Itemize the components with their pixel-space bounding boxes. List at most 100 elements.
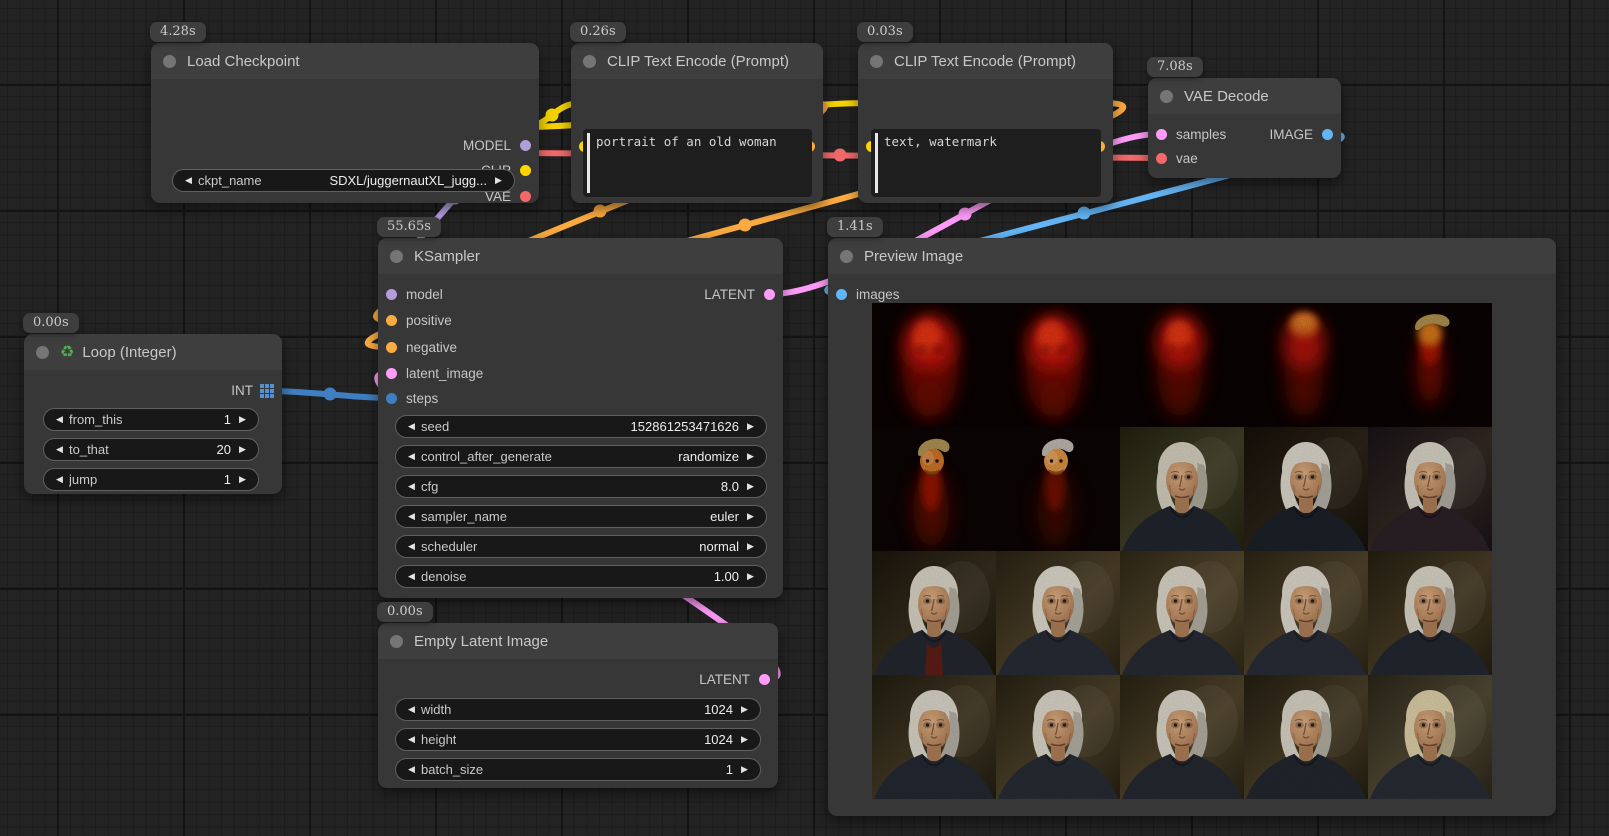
node-titlebar[interactable]: Empty Latent Image xyxy=(378,623,778,659)
int-list-port-icon[interactable] xyxy=(260,384,274,398)
increment-arrow-icon[interactable]: ▶ xyxy=(738,764,751,775)
latent-port-icon[interactable] xyxy=(764,289,775,300)
node-titlebar[interactable]: CLIP Text Encode (Prompt) xyxy=(858,43,1113,79)
decrement-arrow-icon[interactable]: ◀ xyxy=(182,175,195,186)
decrement-arrow-icon[interactable]: ◀ xyxy=(405,764,418,775)
increment-arrow-icon[interactable]: ▶ xyxy=(744,541,757,552)
widget-sampler-name[interactable]: ◀ sampler_name euler ▶ xyxy=(395,505,767,528)
node-title: VAE Decode xyxy=(1184,88,1269,105)
node-titlebar[interactable]: ♻ Loop (Integer) xyxy=(24,334,282,370)
decrement-arrow-icon[interactable]: ◀ xyxy=(405,734,418,745)
execution-time-badge: 0.03s xyxy=(857,22,913,42)
input-positive[interactable]: positive xyxy=(386,313,452,328)
increment-arrow-icon[interactable]: ▶ xyxy=(744,571,757,582)
conditioning-port-icon[interactable] xyxy=(386,342,397,353)
latent-port-icon[interactable] xyxy=(386,368,397,379)
node-titlebar[interactable]: VAE Decode xyxy=(1148,78,1341,114)
increment-arrow-icon[interactable]: ▶ xyxy=(236,444,249,455)
input-samples[interactable]: samples xyxy=(1156,127,1226,142)
node-clip-text-encode-positive[interactable]: 0.26s CLIP Text Encode (Prompt) clip CON… xyxy=(571,43,823,203)
clip-port-icon[interactable] xyxy=(520,165,531,176)
widget-width[interactable]: ◀ width 1024 ▶ xyxy=(395,698,761,721)
vae-port-icon[interactable] xyxy=(520,191,531,202)
node-status-icon xyxy=(1160,90,1173,103)
preview-cell xyxy=(1244,675,1368,799)
prompt-textarea[interactable]: portrait of an old woman xyxy=(583,129,812,197)
execution-time-badge: 0.26s xyxy=(570,22,626,42)
prompt-textarea[interactable]: text, watermark xyxy=(871,129,1101,197)
widget-seed[interactable]: ◀ seed 152861253471626 ▶ xyxy=(395,415,767,438)
model-port-icon[interactable] xyxy=(520,140,531,151)
input-model[interactable]: model xyxy=(386,287,443,302)
node-titlebar[interactable]: Preview Image xyxy=(828,238,1556,274)
preview-cell xyxy=(1244,427,1368,551)
node-preview-image[interactable]: 1.41s Preview Image images xyxy=(828,238,1556,816)
output-latent[interactable]: LATENT xyxy=(699,672,770,687)
node-status-icon xyxy=(840,250,853,263)
execution-time-badge: 7.08s xyxy=(1147,57,1203,77)
preview-cell xyxy=(1120,551,1244,675)
input-latent-image[interactable]: latent_image xyxy=(386,366,483,381)
decrement-arrow-icon[interactable]: ◀ xyxy=(405,571,418,582)
node-titlebar[interactable]: Load Checkpoint xyxy=(151,43,539,79)
image-port-icon[interactable] xyxy=(836,289,847,300)
decrement-arrow-icon[interactable]: ◀ xyxy=(53,414,66,425)
decrement-arrow-icon[interactable]: ◀ xyxy=(405,451,418,462)
widget-cfg[interactable]: ◀ cfg 8.0 ▶ xyxy=(395,475,767,498)
decrement-arrow-icon[interactable]: ◀ xyxy=(53,444,66,455)
node-title: Loop (Integer) xyxy=(82,344,176,361)
decrement-arrow-icon[interactable]: ◀ xyxy=(53,474,66,485)
decrement-arrow-icon[interactable]: ◀ xyxy=(405,481,418,492)
widget-denoise[interactable]: ◀ denoise 1.00 ▶ xyxy=(395,565,767,588)
vae-port-icon[interactable] xyxy=(1156,153,1167,164)
widget-control-after-generate[interactable]: ◀ control_after_generate randomize ▶ xyxy=(395,445,767,468)
node-titlebar[interactable]: KSampler xyxy=(378,238,783,274)
node-load-checkpoint[interactable]: 4.28s Load Checkpoint MODEL CLIP VAE ◀ c… xyxy=(151,43,539,203)
latent-port-icon[interactable] xyxy=(759,674,770,685)
increment-arrow-icon[interactable]: ▶ xyxy=(738,704,751,715)
input-negative[interactable]: negative xyxy=(386,340,457,355)
widget-jump[interactable]: ◀ jump 1 ▶ xyxy=(43,468,259,491)
output-model[interactable]: MODEL xyxy=(463,138,531,153)
image-port-icon[interactable] xyxy=(1322,129,1333,140)
decrement-arrow-icon[interactable]: ◀ xyxy=(405,421,418,432)
int-port-icon[interactable] xyxy=(386,393,397,404)
node-ksampler[interactable]: 55.65s KSampler model positive negative … xyxy=(378,238,783,598)
output-latent[interactable]: LATENT xyxy=(704,287,775,302)
decrement-arrow-icon[interactable]: ◀ xyxy=(405,704,418,715)
node-loop-integer[interactable]: 0.00s ♻ Loop (Integer) INT ◀ from_this 1… xyxy=(24,334,282,494)
decrement-arrow-icon[interactable]: ◀ xyxy=(405,541,418,552)
execution-time-badge: 55.65s xyxy=(377,217,441,237)
widget-ckpt-name[interactable]: ◀ ckpt_name SDXL/juggernautXL_jugg... ▶ xyxy=(172,169,515,192)
input-steps[interactable]: steps xyxy=(386,391,438,406)
increment-arrow-icon[interactable]: ▶ xyxy=(744,421,757,432)
increment-arrow-icon[interactable]: ▶ xyxy=(236,414,249,425)
widget-to-that[interactable]: ◀ to_that 20 ▶ xyxy=(43,438,259,461)
input-images[interactable]: images xyxy=(836,287,900,302)
increment-arrow-icon[interactable]: ▶ xyxy=(492,175,505,186)
widget-height[interactable]: ◀ height 1024 ▶ xyxy=(395,728,761,751)
model-port-icon[interactable] xyxy=(386,289,397,300)
output-image[interactable]: IMAGE xyxy=(1269,127,1333,142)
input-vae[interactable]: vae xyxy=(1156,151,1198,166)
widget-scheduler[interactable]: ◀ scheduler normal ▶ xyxy=(395,535,767,558)
preview-cell xyxy=(1368,303,1492,427)
widget-from-this[interactable]: ◀ from_this 1 ▶ xyxy=(43,408,259,431)
widget-batch-size[interactable]: ◀ batch_size 1 ▶ xyxy=(395,758,761,781)
increment-arrow-icon[interactable]: ▶ xyxy=(744,481,757,492)
node-vae-decode[interactable]: 7.08s VAE Decode samples vae IMAGE xyxy=(1148,78,1341,178)
increment-arrow-icon[interactable]: ▶ xyxy=(236,474,249,485)
node-empty-latent-image[interactable]: 0.00s Empty Latent Image LATENT ◀ width … xyxy=(378,623,778,788)
increment-arrow-icon[interactable]: ▶ xyxy=(744,451,757,462)
output-int[interactable]: INT xyxy=(231,383,274,398)
increment-arrow-icon[interactable]: ▶ xyxy=(738,734,751,745)
preview-image-grid xyxy=(872,303,1492,799)
latent-port-icon[interactable] xyxy=(1156,129,1167,140)
node-clip-text-encode-negative[interactable]: 0.03s CLIP Text Encode (Prompt) clip CON… xyxy=(858,43,1113,203)
preview-cell xyxy=(1120,675,1244,799)
conditioning-port-icon[interactable] xyxy=(386,315,397,326)
node-titlebar[interactable]: CLIP Text Encode (Prompt) xyxy=(571,43,823,79)
preview-cell xyxy=(872,675,996,799)
increment-arrow-icon[interactable]: ▶ xyxy=(744,511,757,522)
decrement-arrow-icon[interactable]: ◀ xyxy=(405,511,418,522)
